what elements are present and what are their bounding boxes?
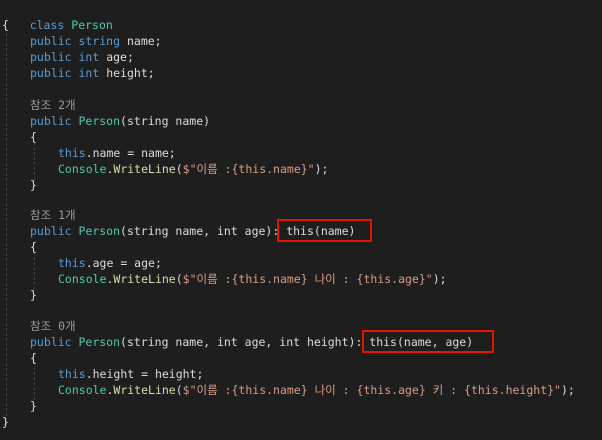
codelens-references[interactable]: 참조 2개 bbox=[30, 97, 76, 113]
highlight-box-ctor2-chain bbox=[277, 219, 372, 242]
code-line-brace: { bbox=[30, 240, 37, 254]
code-editor[interactable]: class Person { public string name; publi… bbox=[0, 0, 602, 440]
codelens-references[interactable]: 참조 1개 bbox=[30, 207, 76, 223]
code-line-field-name: public string name; bbox=[30, 34, 162, 48]
codelens-references[interactable]: 참조 0개 bbox=[30, 318, 76, 334]
keyword: class bbox=[29, 18, 65, 32]
indent-guide bbox=[6, 28, 7, 426]
code-line-writeline-2: Console.WriteLine($"이름 :{this.name} 나이 :… bbox=[58, 272, 447, 286]
indent-guide bbox=[34, 362, 35, 400]
code-line-field-age: public int age; bbox=[30, 50, 134, 64]
code-line-brace: } bbox=[30, 288, 37, 302]
code-line-assign-age: this.age = age; bbox=[58, 256, 162, 270]
code-line-assign-height: this.height = height; bbox=[58, 367, 204, 381]
code-line-brace: } bbox=[30, 399, 37, 413]
code-line-ctor1: public Person(string name) bbox=[30, 114, 211, 128]
highlight-box-ctor3-chain bbox=[362, 330, 494, 353]
code-line-close-brace: } bbox=[2, 415, 9, 429]
code-line-brace: { bbox=[30, 351, 37, 365]
code-line-brace: } bbox=[30, 178, 37, 192]
code-line-class-decl: class Person bbox=[2, 1, 113, 32]
code-line-field-height: public int height; bbox=[30, 66, 155, 80]
class-name: Person bbox=[71, 18, 113, 32]
code-line-writeline-3: Console.WriteLine($"이름 :{this.name} 나이 :… bbox=[58, 383, 575, 397]
code-line-writeline-1: Console.WriteLine($"이름 :{this.name}"); bbox=[58, 162, 329, 176]
indent-guide bbox=[34, 142, 35, 180]
code-line-assign-name: this.name = name; bbox=[58, 146, 176, 160]
code-line-brace: { bbox=[30, 130, 37, 144]
code-line-open-brace: { bbox=[2, 18, 9, 32]
indent-guide bbox=[34, 252, 35, 290]
